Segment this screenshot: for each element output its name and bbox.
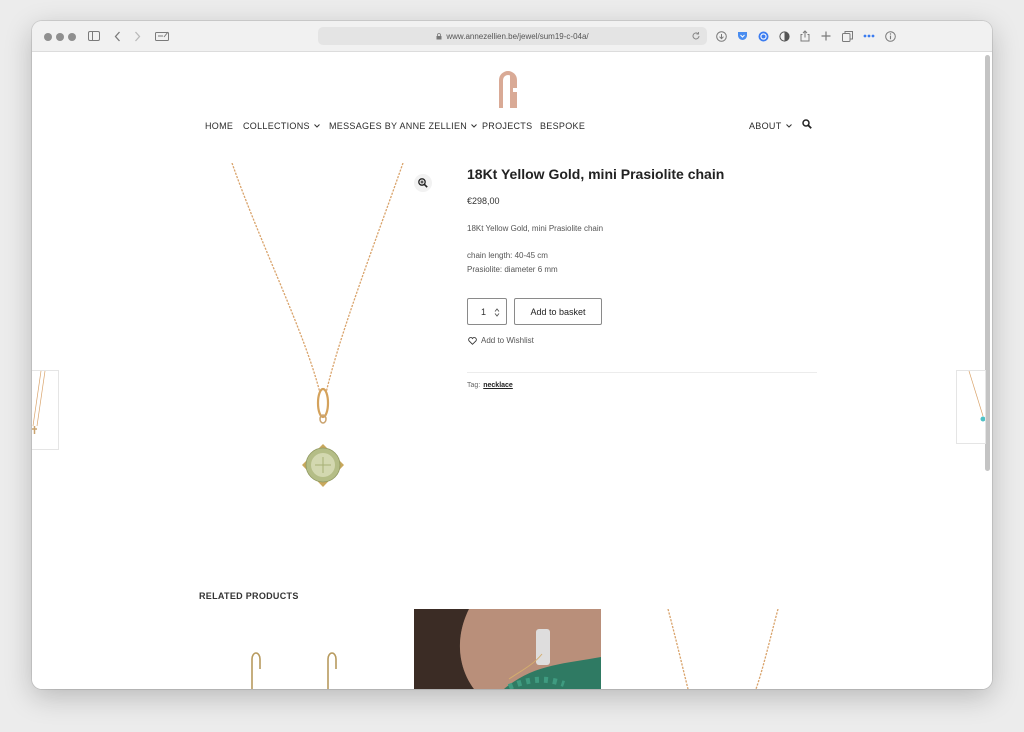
tag-link-necklace[interactable]: necklace [483,382,513,389]
nav-about[interactable]: ABOUT [749,119,792,133]
zoom-button[interactable] [414,174,432,192]
close-window-button[interactable] [44,33,52,41]
stepper-arrows-icon[interactable] [494,308,500,317]
prasiolite-spec: Prasiolite: diameter 6 mm [467,265,558,274]
pocket-icon[interactable] [734,28,750,44]
sidebar-icon[interactable] [86,28,102,44]
extension-dots-icon[interactable] [861,28,877,44]
nav-projects-label: PROJECTS [482,121,533,131]
quantity-stepper[interactable]: 1 [467,298,507,325]
nav-bespoke[interactable]: BESPOKE [540,119,585,133]
chevron-down-icon [785,124,792,128]
tag-label: Tag: [467,382,481,389]
wishlist-label: Add to Wishlist [481,336,534,345]
chain-image [667,609,779,689]
nav-about-label: ABOUT [749,121,782,131]
nav-home-label: HOME [205,121,234,131]
meta-divider [467,372,817,373]
previous-product-thumbnail[interactable] [32,370,59,450]
model-necklace-image [414,609,601,689]
anne-zellien-logo[interactable] [496,66,520,110]
share-icon[interactable] [797,28,813,44]
info-icon[interactable] [882,28,898,44]
related-product-earrings[interactable] [200,609,387,689]
chevron-down-icon [313,124,320,128]
chain-length-spec: chain length: 40-45 cm [467,251,548,260]
nav-collections-label: COLLECTIONS [243,121,310,131]
browser-window: www.annezellien.be/jewel/sum19-c-04a/ HO… [32,21,992,689]
prev-necklace-image [32,371,46,434]
search-icon[interactable] [802,119,812,129]
chevron-down-icon [471,124,477,128]
browser-toolbar: www.annezellien.be/jewel/sum19-c-04a/ [32,21,992,52]
related-product-chain[interactable] [628,609,815,689]
zoom-window-button[interactable] [68,33,76,41]
nav-collections[interactable]: COLLECTIONS [243,119,320,133]
quantity-value: 1 [481,306,487,317]
download-icon[interactable] [713,28,729,44]
reload-icon[interactable] [691,31,701,41]
nav-home[interactable]: HOME [205,119,233,133]
tab-overview-icon[interactable] [839,28,855,44]
product-tags: Tag: necklace [467,382,513,389]
lock-icon [436,32,442,39]
forward-icon[interactable] [129,28,145,44]
product-main-image[interactable] [200,163,430,553]
related-products-heading: RELATED PRODUCTS [199,591,299,601]
nav-messages[interactable]: MESSAGES BY ANNE ZELLIEN [329,119,477,133]
back-icon[interactable] [109,28,125,44]
url-text: www.annezellien.be/jewel/sum19-c-04a/ [446,31,589,41]
nav-projects[interactable]: PROJECTS [482,119,532,133]
related-product-model-photo[interactable] [414,609,601,689]
minimize-window-button[interactable] [56,33,64,41]
address-bar[interactable]: www.annezellien.be/jewel/sum19-c-04a/ [318,27,707,45]
next-necklace-image [968,371,985,422]
add-to-wishlist-link[interactable]: Add to Wishlist [468,336,534,345]
nav-bespoke-label: BESPOKE [540,121,586,131]
heart-icon [468,336,477,345]
product-description: 18Kt Yellow Gold, mini Prasiolite chain [467,224,604,233]
privacy-shield-icon[interactable] [776,28,792,44]
reader-icon[interactable] [154,28,170,44]
product-title: 18Kt Yellow Gold, mini Prasiolite chain [467,166,725,182]
earrings-image [251,652,337,689]
next-product-thumbnail[interactable] [956,370,986,444]
web-page: HOME COLLECTIONS MESSAGES BY ANNE ZELLIE… [32,53,992,689]
zoom-in-icon [418,178,428,188]
add-to-basket-button[interactable]: Add to basket [514,298,602,325]
product-price: €298,00 [467,196,500,206]
password-manager-icon[interactable] [755,28,771,44]
nav-messages-label: MESSAGES BY ANNE ZELLIEN [329,121,468,131]
new-tab-icon[interactable] [818,28,834,44]
